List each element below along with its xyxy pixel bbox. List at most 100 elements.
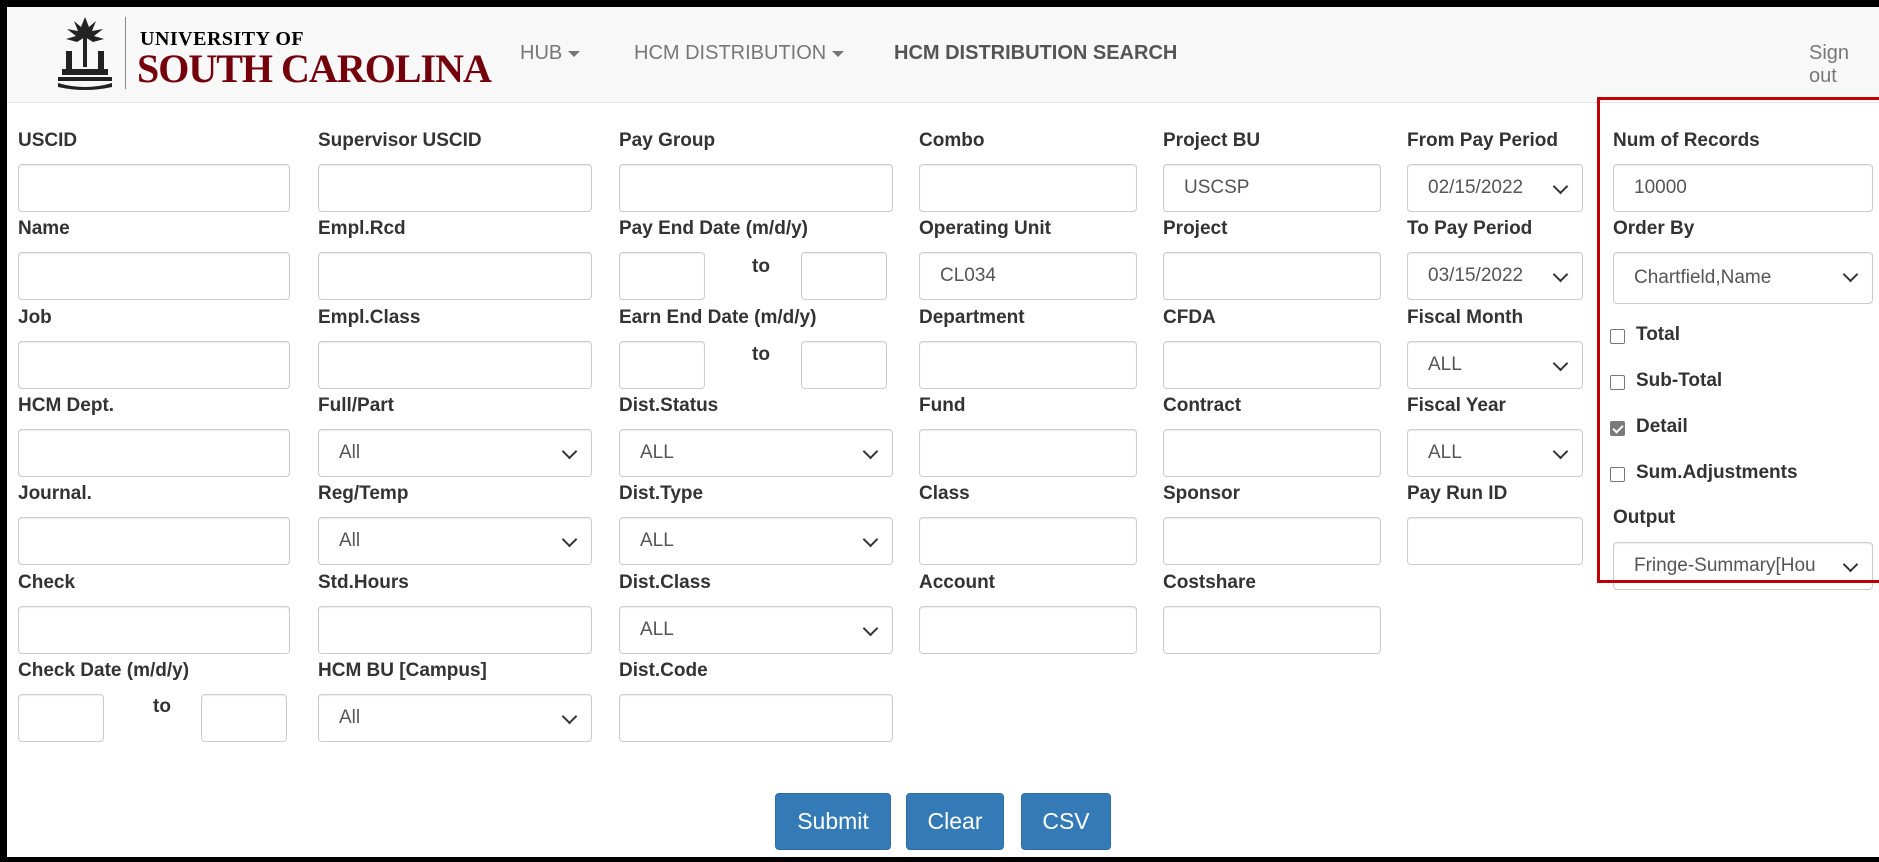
dist-type-select[interactable]: ALL: [619, 517, 893, 565]
fund-input[interactable]: [919, 429, 1137, 477]
department-label: Department: [919, 307, 1025, 328]
operating-unit-label: Operating Unit: [919, 218, 1051, 239]
fiscal-month-value: ALL: [1428, 354, 1462, 375]
check-input[interactable]: [18, 606, 290, 654]
num-records-input[interactable]: 10000: [1613, 164, 1873, 212]
sub-total-label: Sub-Total: [1636, 370, 1723, 391]
journal-input[interactable]: [18, 517, 290, 565]
combo-label: Combo: [919, 130, 985, 151]
contract-label: Contract: [1163, 395, 1242, 416]
cfda-label: CFDA: [1163, 307, 1216, 328]
combo-input[interactable]: [919, 164, 1137, 212]
detail-checkbox[interactable]: [1610, 421, 1625, 436]
sponsor-label: Sponsor: [1163, 483, 1241, 504]
pay-end-date-to-input[interactable]: [801, 252, 887, 300]
fiscal-year-select[interactable]: ALL: [1407, 429, 1583, 477]
submit-button[interactable]: Submit: [775, 793, 891, 850]
hcm-bu-label: HCM BU [Campus]: [318, 660, 487, 681]
operating-unit-input[interactable]: CL034: [919, 252, 1137, 300]
sign-out-link[interactable]: Sign out: [1809, 42, 1879, 88]
hcm-dept-input[interactable]: [18, 429, 290, 477]
output-select[interactable]: Fringe-Summary[Hou: [1613, 542, 1873, 590]
to-pay-period-select[interactable]: 03/15/2022: [1407, 252, 1583, 300]
clear-button[interactable]: Clear: [906, 793, 1004, 850]
reg-temp-select[interactable]: All: [318, 517, 592, 565]
class-input[interactable]: [919, 517, 1137, 565]
project-bu-label: Project BU: [1163, 130, 1261, 151]
name-label: Name: [18, 218, 70, 239]
order-by-label: Order By: [1613, 218, 1695, 239]
nav-hcm-distribution[interactable]: HCM DISTRIBUTION: [634, 42, 845, 65]
dist-code-input[interactable]: [619, 694, 893, 742]
dist-status-select[interactable]: ALL: [619, 429, 893, 477]
pay-end-date-from-input[interactable]: [619, 252, 705, 300]
project-bu-input[interactable]: USCSP: [1163, 164, 1381, 212]
detail-label: Detail: [1636, 416, 1688, 437]
hcm-bu-select[interactable]: All: [318, 694, 592, 742]
num-records-label: Num of Records: [1613, 130, 1760, 151]
dist-type-label: Dist.Type: [619, 483, 704, 504]
cfda-input[interactable]: [1163, 341, 1381, 389]
hcm-bu-value: All: [339, 707, 361, 728]
contract-input[interactable]: [1163, 429, 1381, 477]
order-by-value: Chartfield,Name: [1634, 267, 1772, 288]
from-pay-period-select[interactable]: 02/15/2022: [1407, 164, 1583, 212]
pay-run-id-label: Pay Run ID: [1407, 483, 1508, 504]
nav-hcm-distribution-label: HCM DISTRIBUTION: [634, 42, 827, 64]
job-input[interactable]: [18, 341, 290, 389]
reg-temp-label: Reg/Temp: [318, 483, 409, 504]
dist-class-select[interactable]: ALL: [619, 606, 893, 654]
dist-status-value: ALL: [640, 442, 674, 463]
dist-type-value: ALL: [640, 530, 674, 551]
check-date-to-label: to: [153, 696, 171, 717]
palmetto-logo-icon: [58, 17, 112, 90]
pay-group-input[interactable]: [619, 164, 893, 212]
empl-rcd-label: Empl.Rcd: [318, 218, 406, 239]
department-input[interactable]: [919, 341, 1137, 389]
full-part-label: Full/Part: [318, 395, 395, 416]
project-input[interactable]: [1163, 252, 1381, 300]
reg-temp-value: All: [339, 530, 361, 551]
earn-end-date-to-input[interactable]: [801, 341, 887, 389]
nav-hub[interactable]: HUB: [520, 42, 581, 65]
output-value: Fringe-Summary[Hou: [1634, 555, 1816, 576]
logo-divider: [125, 17, 126, 89]
fiscal-month-select[interactable]: ALL: [1407, 341, 1583, 389]
empl-class-input[interactable]: [318, 341, 592, 389]
name-input[interactable]: [18, 252, 290, 300]
earn-end-date-from-input[interactable]: [619, 341, 705, 389]
to-pay-period-value: 03/15/2022: [1428, 265, 1524, 286]
app-frame: UNIVERSITY OF SOUTH CAROLINA HUB HCM DIS…: [7, 7, 1879, 857]
project-label: Project: [1163, 218, 1228, 239]
sub-total-checkbox[interactable]: [1610, 375, 1625, 390]
pay-end-date-to-label: to: [752, 256, 770, 277]
journal-label: Journal.: [18, 483, 92, 504]
check-date-to-input[interactable]: [201, 694, 287, 742]
uscid-input[interactable]: [18, 164, 290, 212]
from-pay-period-label: From Pay Period: [1407, 130, 1558, 151]
order-by-select[interactable]: Chartfield,Name: [1613, 252, 1873, 304]
caret-down-icon: [832, 50, 845, 57]
dist-code-label: Dist.Code: [619, 660, 708, 681]
account-input[interactable]: [919, 606, 1137, 654]
hcm-dept-label: HCM Dept.: [18, 395, 115, 416]
costshare-input[interactable]: [1163, 606, 1381, 654]
empl-rcd-input[interactable]: [318, 252, 592, 300]
navbar: UNIVERSITY OF SOUTH CAROLINA HUB HCM DIS…: [7, 7, 1879, 103]
check-date-from-input[interactable]: [18, 694, 104, 742]
std-hours-input[interactable]: [318, 606, 592, 654]
total-label: Total: [1636, 324, 1680, 345]
sponsor-input[interactable]: [1163, 517, 1381, 565]
supervisor-uscid-input[interactable]: [318, 164, 592, 212]
fiscal-month-label: Fiscal Month: [1407, 307, 1524, 328]
nav-hub-label: HUB: [520, 42, 563, 64]
nav-hcm-distribution-search[interactable]: HCM DISTRIBUTION SEARCH: [894, 42, 1177, 65]
total-checkbox[interactable]: [1610, 329, 1625, 344]
earn-end-date-label: Earn End Date (m/d/y): [619, 307, 817, 328]
pay-group-label: Pay Group: [619, 130, 716, 151]
csv-button[interactable]: CSV: [1021, 793, 1111, 850]
sum-adjustments-checkbox[interactable]: [1610, 467, 1625, 482]
pay-run-id-input[interactable]: [1407, 517, 1583, 565]
full-part-select[interactable]: All: [318, 429, 592, 477]
empl-class-label: Empl.Class: [318, 307, 421, 328]
